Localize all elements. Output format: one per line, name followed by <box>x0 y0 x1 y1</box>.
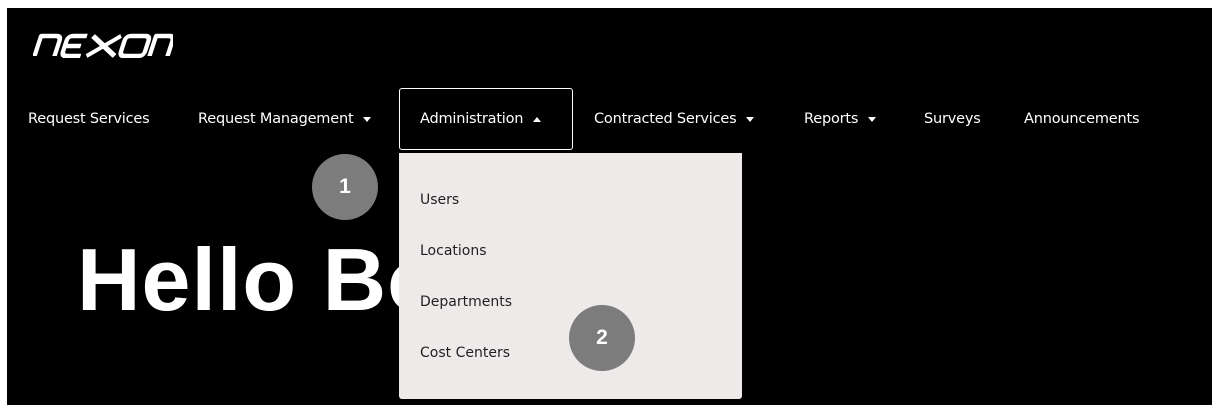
nav-label: Reports <box>804 111 859 127</box>
nav-announcements[interactable]: Announcements <box>1024 88 1140 150</box>
caret-down-icon <box>746 116 755 122</box>
callout-badge-1: 1 <box>312 154 378 220</box>
nexon-logo-icon[interactable] <box>33 30 173 58</box>
dropdown-item-locations[interactable]: Locations <box>420 243 487 259</box>
nav-contracted-services[interactable]: Contracted Services <box>594 88 755 150</box>
caret-up-icon <box>533 116 542 122</box>
nav-request-services[interactable]: Request Services <box>28 88 150 150</box>
nav-reports[interactable]: Reports <box>804 88 877 150</box>
nav-label: Request Services <box>28 111 150 127</box>
caret-down-icon <box>363 116 372 122</box>
caret-down-icon <box>868 116 877 122</box>
nav-label: Surveys <box>924 111 981 127</box>
nav-request-management[interactable]: Request Management <box>198 88 372 150</box>
dropdown-item-users[interactable]: Users <box>420 192 459 208</box>
nav-label: Request Management <box>198 111 354 127</box>
callout-badge-2: 2 <box>569 305 635 371</box>
administration-dropdown-menu: Users Locations Departments Cost Centers <box>399 153 742 399</box>
nav-administration[interactable]: Administration <box>399 88 573 150</box>
dropdown-item-departments[interactable]: Departments <box>420 294 512 310</box>
app-screen: Request Services Request Management Admi… <box>7 8 1212 405</box>
dropdown-item-cost-centers[interactable]: Cost Centers <box>420 345 510 361</box>
main-nav: Request Services Request Management Admi… <box>7 88 1212 150</box>
nav-surveys[interactable]: Surveys <box>924 88 981 150</box>
nav-label: Administration <box>420 111 524 127</box>
nav-label: Announcements <box>1024 111 1140 127</box>
nav-label: Contracted Services <box>594 111 737 127</box>
